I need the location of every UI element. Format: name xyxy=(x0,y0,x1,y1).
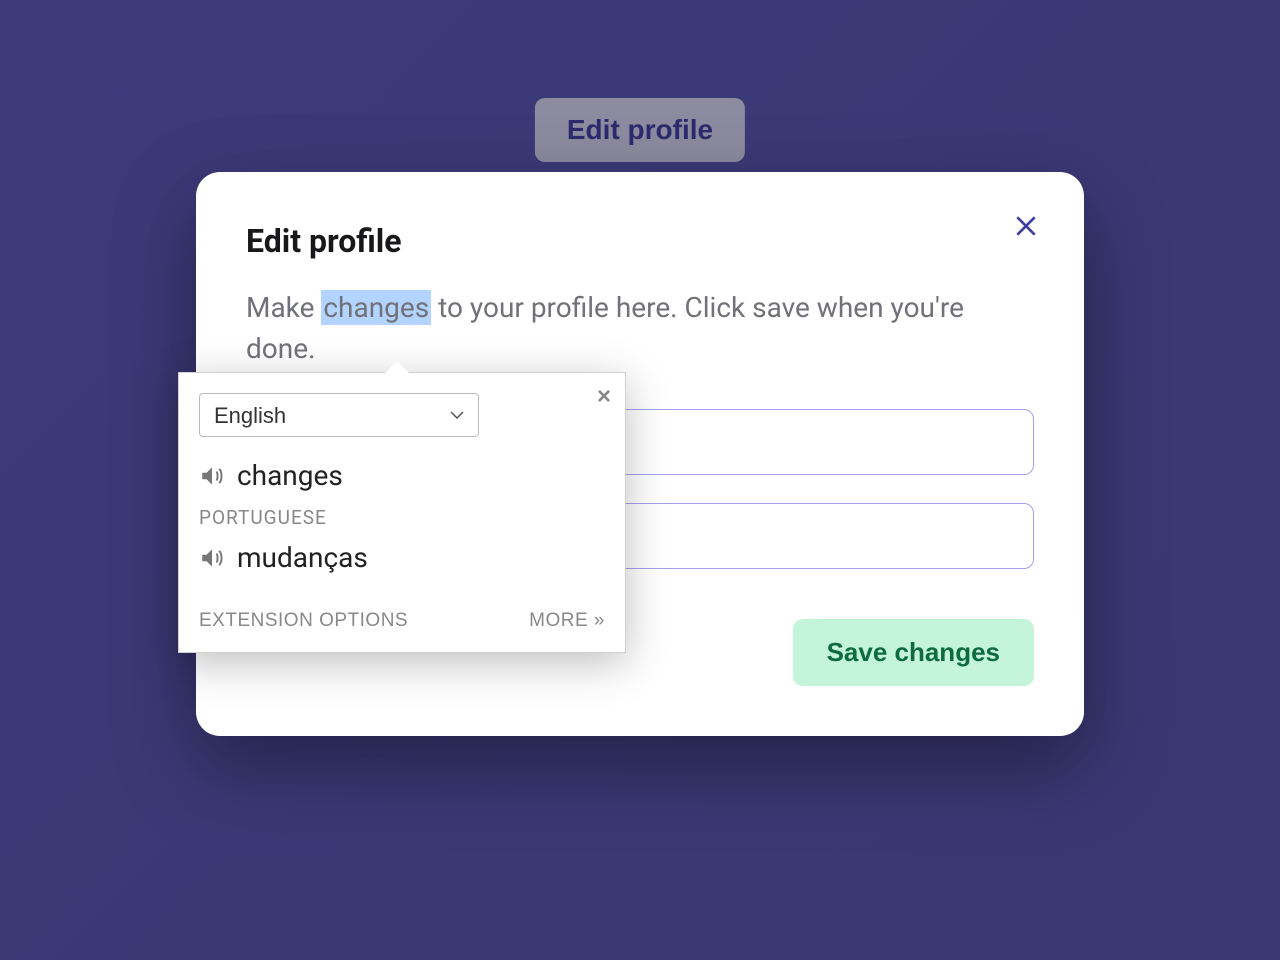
source-word: changes xyxy=(237,459,343,492)
target-language-label: PORTUGUESE xyxy=(199,506,605,529)
save-button[interactable]: Save changes xyxy=(793,619,1034,686)
more-link[interactable]: MORE » xyxy=(529,610,605,632)
edit-profile-trigger-button[interactable]: Edit profile xyxy=(535,98,745,162)
speaker-icon[interactable] xyxy=(199,463,225,489)
translate-close-button[interactable]: × xyxy=(597,383,611,411)
dialog-description: Make changes to your profile here. Click… xyxy=(246,288,1034,369)
description-prefix: Make xyxy=(246,291,321,324)
source-word-row: changes xyxy=(199,459,605,492)
dialog-title: Edit profile xyxy=(246,222,1034,260)
highlighted-word[interactable]: changes xyxy=(321,290,431,325)
translate-popup: × English changes PORTUGUESE mudanças EX… xyxy=(178,372,626,653)
target-word: mudanças xyxy=(237,541,368,574)
translate-footer: EXTENSION OPTIONS MORE » xyxy=(199,610,605,632)
extension-options-link[interactable]: EXTENSION OPTIONS xyxy=(199,610,408,632)
close-icon xyxy=(1013,213,1039,239)
dialog-close-button[interactable] xyxy=(1008,208,1044,244)
target-word-row: mudanças xyxy=(199,541,605,574)
language-select[interactable]: English xyxy=(199,393,479,437)
speaker-icon[interactable] xyxy=(199,545,225,571)
